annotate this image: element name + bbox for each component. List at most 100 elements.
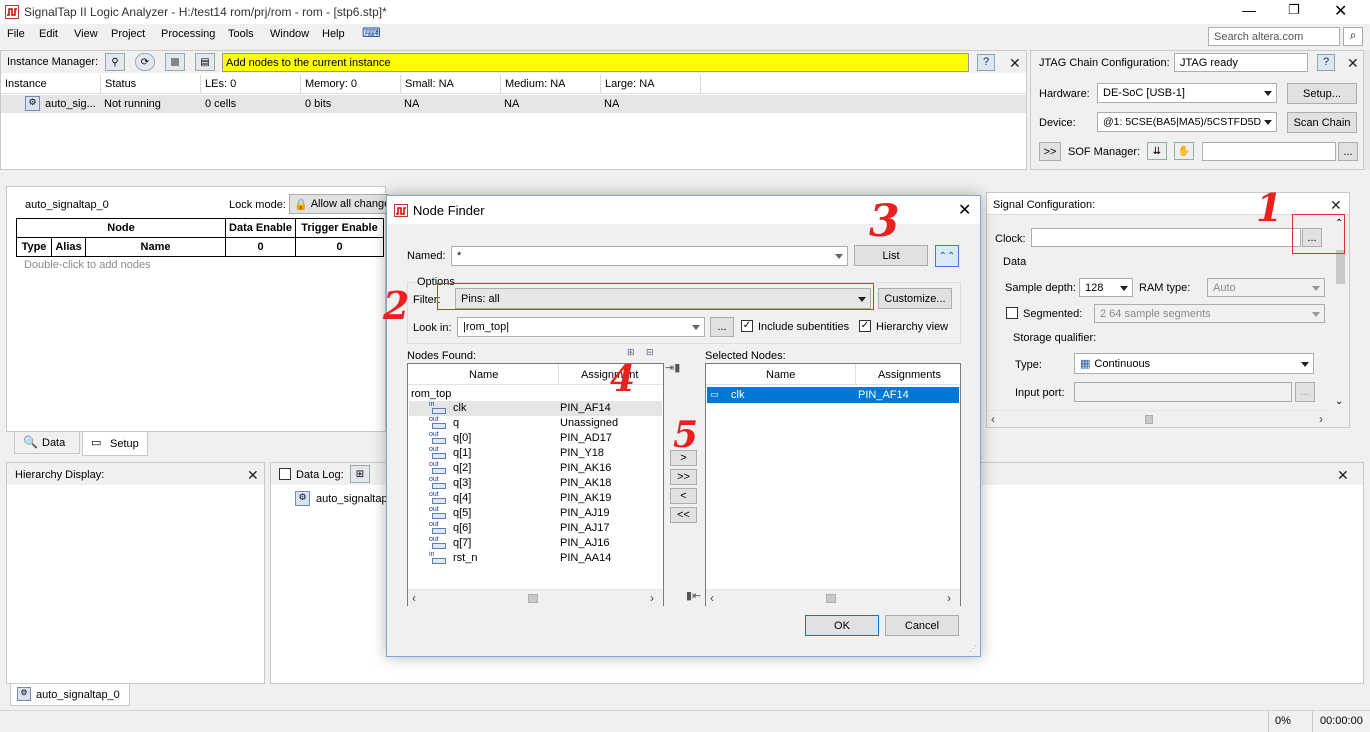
found-node-row[interactable]: out q[2] PIN_AK16	[409, 461, 662, 476]
cancel-button[interactable]: Cancel	[885, 615, 959, 636]
found-node-row[interactable]: in clk PIN_AF14	[409, 401, 662, 416]
input-port-input[interactable]	[1074, 382, 1292, 402]
menu-help[interactable]: Help	[322, 28, 345, 40]
found-node-row[interactable]: out q[1] PIN_Y18	[409, 446, 662, 461]
autorun-icon[interactable]: ⟳	[135, 53, 155, 71]
found-col-name[interactable]: Name	[469, 369, 498, 381]
menu-project[interactable]: Project	[111, 28, 145, 40]
hardware-select[interactable]: DE-SoC [USB-1]	[1097, 83, 1277, 103]
found-node-row[interactable]: out q[7] PIN_AJ16	[409, 536, 662, 551]
found-node-row[interactable]: out q[3] PIN_AK18	[409, 476, 662, 491]
sof-browse-button[interactable]: ...	[1338, 142, 1358, 161]
device-select[interactable]: @1: 5CSE(BA5|MA5)/5CSTFD5D	[1097, 112, 1277, 132]
scan-icon[interactable]: ⚲	[105, 53, 125, 71]
data-log-item[interactable]: auto_signaltap	[316, 493, 388, 505]
storage-type-select[interactable]: ▦ Continuous	[1074, 353, 1314, 374]
menu-edit[interactable]: Edit	[39, 28, 58, 40]
close-jtag-icon[interactable]: ✕	[1347, 56, 1359, 70]
col-les[interactable]: LEs: 0	[201, 75, 301, 93]
storage-qualifier-label: Storage qualifier:	[1013, 332, 1097, 344]
menu-processing[interactable]: Processing	[161, 28, 215, 40]
menu-tools[interactable]: Tools	[228, 28, 254, 40]
found-node-row[interactable]: out q[4] PIN_AK19	[409, 491, 662, 506]
selected-row[interactable]: ▭ clk PIN_AF14	[707, 387, 959, 403]
help-pointer-icon[interactable]: ⌨	[362, 25, 381, 41]
menu-file[interactable]: File	[7, 28, 25, 40]
jtag-help-icon[interactable]: ?	[1317, 54, 1335, 71]
help-icon[interactable]: ?	[977, 54, 995, 71]
sof-path-input[interactable]	[1202, 142, 1336, 161]
found-node-row[interactable]: out q[5] PIN_AJ19	[409, 506, 662, 521]
setup-button[interactable]: Setup...	[1287, 83, 1357, 104]
close-signal-config-icon[interactable]: ✕	[1330, 198, 1342, 212]
col-instance[interactable]: Instance	[1, 75, 101, 93]
add-nodes-hint[interactable]: Double-click to add nodes	[24, 259, 151, 271]
collapse-options-icon[interactable]: ⌃⌃	[935, 245, 959, 267]
read-data-icon[interactable]: ▤	[195, 53, 215, 71]
segmented-checkbox[interactable]	[1006, 307, 1018, 319]
found-node-row[interactable]: in rst_n PIN_AA14	[409, 551, 662, 566]
selected-col-assignments[interactable]: Assignments	[878, 369, 941, 381]
hierarchy-title: Hierarchy Display:	[15, 469, 105, 481]
search-icon[interactable]: ⌕	[1343, 27, 1363, 46]
ok-button[interactable]: OK	[805, 615, 879, 636]
data-log-checkbox[interactable]	[279, 468, 291, 480]
remove-all-button[interactable]: <<	[670, 507, 697, 523]
scan-chain-button[interactable]: Scan Chain	[1287, 112, 1357, 133]
clock-input[interactable]	[1031, 228, 1301, 247]
setup-tab-icon: ▭	[91, 437, 102, 449]
device-label: Device:	[1039, 117, 1076, 129]
list-button[interactable]: List	[854, 245, 928, 266]
segmented-select[interactable]: 2 64 sample segments	[1094, 304, 1325, 323]
minimize-icon[interactable]: —	[1242, 2, 1256, 18]
tab-setup[interactable]: ▭ Setup	[82, 432, 148, 456]
lookin-input[interactable]: |rom_top|	[457, 317, 705, 337]
tab-data[interactable]: 🔍 Data	[14, 432, 80, 454]
close-hierarchy-icon[interactable]: ✕	[247, 468, 259, 482]
add-all-button[interactable]: >>	[670, 469, 697, 485]
found-node-row[interactable]: out q[0] PIN_AD17	[409, 431, 662, 446]
maximize-icon[interactable]: ❐	[1288, 2, 1300, 18]
col-small[interactable]: Small: NA	[401, 75, 501, 93]
data-log-icon[interactable]: ⊞	[350, 465, 370, 483]
menu-bar: File Edit View Project Processing Tools …	[0, 24, 1370, 46]
hierarchy-view-checkbox[interactable]: ✓	[859, 320, 871, 332]
close-dialog-icon[interactable]: ✕	[958, 200, 971, 220]
search-input[interactable]: Search altera.com	[1208, 27, 1340, 46]
col-status[interactable]: Status	[101, 75, 201, 93]
named-input[interactable]: *	[451, 246, 848, 266]
sof-expand-button[interactable]: >>	[1039, 142, 1061, 161]
data-log-title: Data Log:	[296, 469, 344, 481]
ram-type-select[interactable]: Auto	[1207, 278, 1325, 297]
found-node-row[interactable]: out q[6] PIN_AJ17	[409, 521, 662, 536]
signal-config-hscroll[interactable]: ‹ ›	[987, 410, 1331, 427]
found-hscroll[interactable]: ‹ ›	[408, 589, 663, 606]
col-medium[interactable]: Medium: NA	[501, 75, 601, 93]
close-data-log-icon[interactable]: ✕	[1337, 468, 1349, 482]
lookin-browse-button[interactable]: ...	[710, 317, 734, 337]
sof-hand-icon[interactable]: ✋	[1174, 142, 1194, 160]
col-large[interactable]: Large: NA	[601, 75, 701, 93]
instance-row[interactable]: ⚙ auto_sig... Not running 0 cells 0 bits…	[1, 95, 1026, 113]
menu-window[interactable]: Window	[270, 28, 309, 40]
include-subentities-checkbox[interactable]: ✓	[741, 320, 753, 332]
input-port-browse-button[interactable]: ...	[1295, 382, 1315, 402]
remove-selected-button[interactable]: <	[670, 488, 697, 504]
close-window-icon[interactable]: ✕	[1334, 1, 1347, 21]
resize-grip-icon[interactable]: ⋰	[969, 644, 977, 653]
selected-col-name[interactable]: Name	[766, 369, 795, 381]
sample-depth-select[interactable]: 128	[1079, 278, 1133, 297]
instance-tab[interactable]: ⚙ auto_signaltap_0	[10, 684, 130, 706]
menu-view[interactable]: View	[74, 28, 98, 40]
col-memory[interactable]: Memory: 0	[301, 75, 401, 93]
selected-hscroll[interactable]: ‹ ›	[706, 589, 960, 606]
lock-mode-button[interactable]: 🔒 Allow all changes	[289, 194, 389, 214]
collapse-all-icon[interactable]: ⊟	[646, 347, 654, 358]
customize-button[interactable]: Customize...	[878, 288, 952, 309]
program-device-icon[interactable]: ⇊	[1147, 142, 1167, 160]
close-instance-manager-icon[interactable]: ✕	[1009, 56, 1021, 70]
found-node-row[interactable]: out q Unassigned	[409, 416, 662, 431]
stop-icon[interactable]	[165, 53, 185, 71]
expand-all-icon[interactable]: ⊞	[627, 347, 635, 358]
found-root[interactable]: rom_top	[411, 388, 451, 400]
